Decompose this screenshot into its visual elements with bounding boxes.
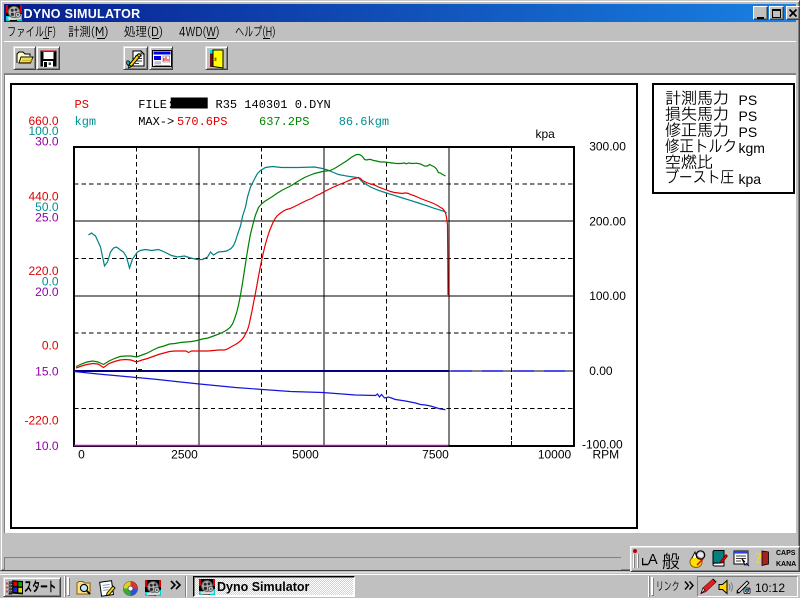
svg-text:kgm: kgm [74,115,96,129]
svg-text:-220.0: -220.0 [24,413,58,427]
svg-text:570.6PS: 570.6PS [177,115,227,129]
svg-text:20.0: 20.0 [35,285,59,299]
svg-text:PS: PS [74,98,88,112]
svg-text:100.00: 100.00 [589,289,626,303]
svg-text:0: 0 [78,448,85,462]
svg-text:300.00: 300.00 [589,139,626,153]
svg-text:15.0: 15.0 [35,364,59,378]
svg-text:10.0: 10.0 [35,439,59,453]
svg-text:86.6kgm: 86.6kgm [338,115,388,129]
svg-text:2500: 2500 [171,448,198,462]
svg-text:0.00: 0.00 [589,364,613,378]
svg-text:30.0: 30.0 [35,135,59,149]
svg-text:0.0: 0.0 [41,339,58,353]
svg-text:RPM: RPM [592,448,619,462]
svg-text:R35 140301 0.DYN: R35 140301 0.DYN [215,98,330,112]
svg-text:200.00: 200.00 [589,214,626,228]
svg-text:MAX->: MAX-> [138,115,174,129]
svg-text:kpa: kpa [535,127,555,141]
svg-text:7500: 7500 [422,448,449,462]
svg-text:?: ? [755,551,763,568]
svg-text:10000: 10000 [537,448,571,462]
svg-text:FILE:: FILE: [138,98,174,112]
svg-text:25.0: 25.0 [35,210,59,224]
svg-text:637.2PS: 637.2PS [259,115,309,129]
svg-text:5000: 5000 [292,448,319,462]
